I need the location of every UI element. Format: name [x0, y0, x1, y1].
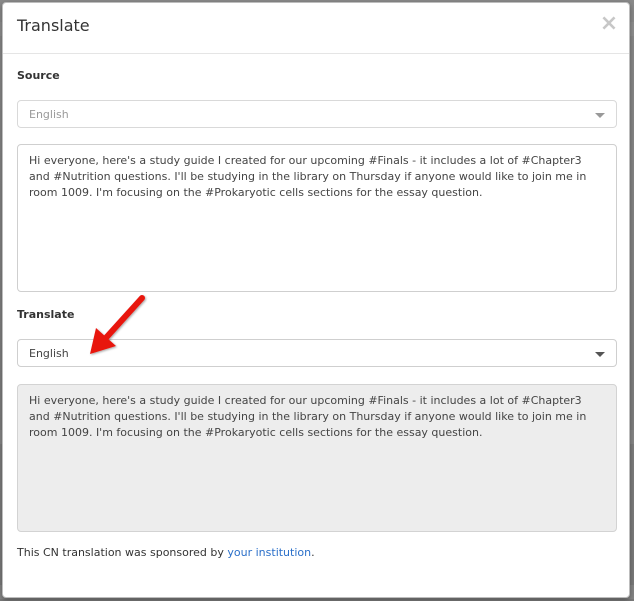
source-language-select[interactable]: English — [17, 100, 617, 128]
translate-dialog: Translate × Source English Hi everyone, … — [2, 2, 630, 598]
translate-label: Translate — [17, 308, 75, 321]
sponsor-note-prefix: This CN translation was sponsored by — [17, 546, 228, 559]
chevron-down-icon — [595, 113, 605, 118]
institution-link[interactable]: your institution — [227, 546, 311, 559]
sponsor-note: This CN translation was sponsored by you… — [17, 546, 315, 559]
source-label: Source — [17, 69, 60, 82]
translated-text-output: Hi everyone, here's a study guide I crea… — [17, 384, 617, 532]
chevron-down-icon — [595, 352, 605, 357]
dialog-title: Translate — [17, 16, 90, 35]
source-language-value: English — [29, 108, 69, 121]
sponsor-note-suffix: . — [311, 546, 315, 559]
dialog-header: Translate × — [3, 3, 629, 54]
target-language-value: English — [29, 347, 69, 360]
close-icon[interactable]: × — [599, 13, 619, 35]
target-language-select[interactable]: English — [17, 339, 617, 367]
source-text-input[interactable]: Hi everyone, here's a study guide I crea… — [17, 144, 617, 292]
